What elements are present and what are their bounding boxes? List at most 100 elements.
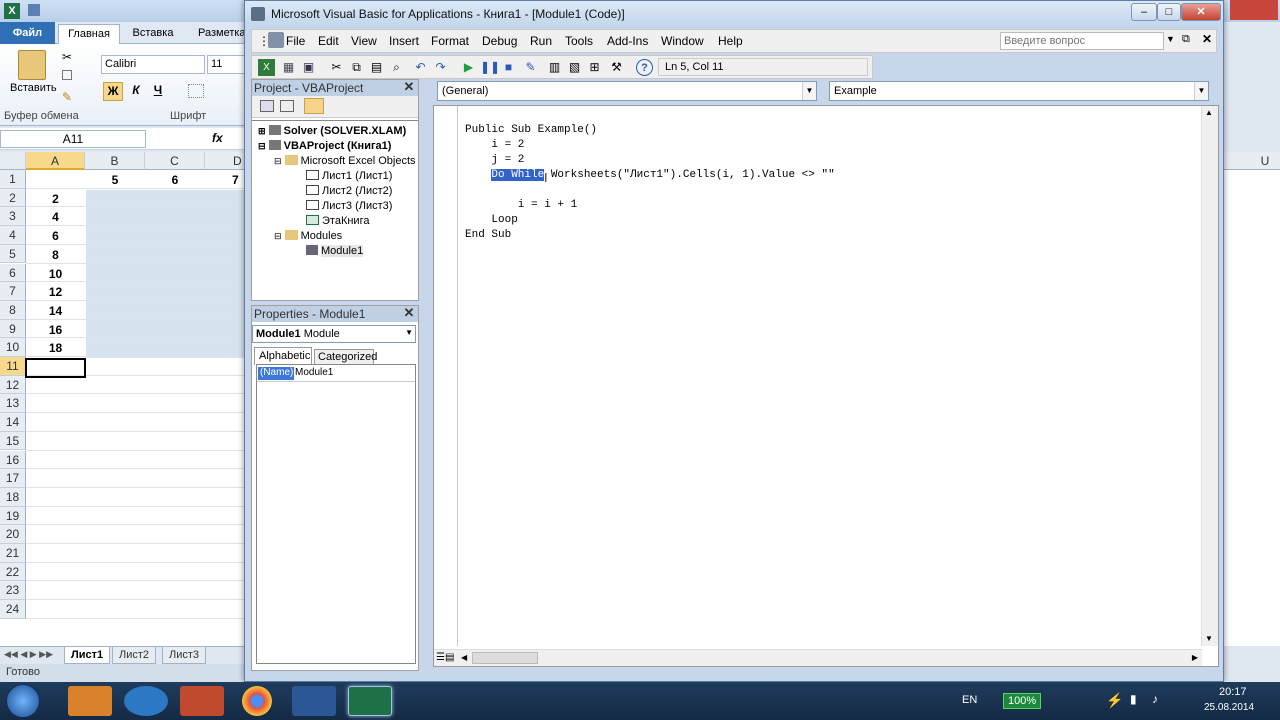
bold-button[interactable]: Ж	[103, 82, 123, 101]
name-box[interactable]: A11	[0, 130, 146, 148]
tab-file[interactable]: Файл	[0, 22, 55, 44]
cell-b1[interactable]: 5	[85, 171, 145, 190]
prop-name-key[interactable]: (Name)	[258, 367, 294, 380]
paste-label[interactable]: Вставить	[10, 82, 57, 94]
code-margin[interactable]	[434, 106, 458, 646]
insert-module-icon[interactable]: ▦	[280, 59, 297, 76]
sheet-tab-1[interactable]: Лист1	[64, 647, 111, 664]
prop-name-value[interactable]: Module1	[295, 367, 333, 378]
cut-icon[interactable]: ✂	[62, 50, 72, 64]
run-icon[interactable]: ▶	[460, 59, 477, 76]
column-header-a[interactable]: A	[26, 152, 85, 170]
tree-item-solver[interactable]: ⊞ Solver (SOLVER.XLAM)	[258, 125, 406, 137]
menu-view[interactable]: View	[351, 34, 377, 48]
row-header[interactable]: 15	[0, 431, 26, 451]
format-painter-icon[interactable]: ✎	[62, 90, 72, 104]
tree-item-modules[interactable]: ⊟ Modules	[274, 230, 342, 242]
word-icon[interactable]	[292, 686, 336, 716]
row-header[interactable]: 16	[0, 450, 26, 470]
row-header[interactable]: 2	[0, 188, 26, 208]
tree-item-sheet1[interactable]: Лист1 (Лист1)	[306, 170, 392, 182]
row-header[interactable]: 18	[0, 487, 26, 507]
power-icon[interactable]: ⚡	[1106, 692, 1123, 709]
sheet-tab-3[interactable]: Лист3	[162, 647, 207, 664]
object-combo[interactable]: (General) ▼	[437, 81, 817, 101]
help-search-input[interactable]	[1000, 32, 1164, 50]
outlook-icon[interactable]	[68, 686, 112, 716]
row-header[interactable]: 21	[0, 544, 26, 563]
minimize-button[interactable]: –	[1131, 3, 1157, 21]
paste-icon[interactable]	[18, 50, 46, 80]
properties-pane-close-icon[interactable]: ✕	[402, 306, 416, 320]
language-indicator[interactable]: EN	[962, 694, 977, 706]
row-header[interactable]: 8	[0, 300, 26, 320]
tab-insert[interactable]: Вставка	[122, 24, 184, 44]
code-editor[interactable]: Public Sub Example() i = 2 j = 2 Do Whil…	[433, 105, 1219, 667]
tree-item-sheet2[interactable]: Лист2 (Лист2)	[306, 185, 392, 197]
tab-alphabetic[interactable]: Alphabetic	[254, 347, 312, 365]
toggle-folders-icon[interactable]	[304, 98, 324, 114]
row-header[interactable]: 12	[0, 375, 26, 395]
sheet-tab-2[interactable]: Лист2	[112, 647, 157, 664]
code-line-7[interactable]: Loop	[465, 214, 517, 226]
menu-edit[interactable]: Edit	[318, 34, 339, 48]
code-line-4[interactable]: Do While Worksheets("Лист1").Cells(i, 1)…	[465, 169, 835, 181]
select-all-corner[interactable]	[0, 152, 26, 170]
scroll-thumb[interactable]	[472, 652, 538, 664]
object-browser-icon[interactable]: ⊞	[586, 59, 603, 76]
chevron-down-icon[interactable]: ▼	[1194, 82, 1208, 100]
inner-restore-button[interactable]: ⧉	[1182, 33, 1190, 46]
network-icon[interactable]: ▮	[1130, 692, 1137, 706]
cell-a5[interactable]: 8	[26, 246, 85, 265]
font-name-select[interactable]: Calibri	[101, 55, 205, 74]
code-line-6[interactable]: i = i + 1	[465, 199, 577, 211]
scroll-up-icon[interactable]: ▲	[1205, 108, 1213, 117]
borders-icon[interactable]	[188, 84, 204, 98]
close-button[interactable]: ✕	[1181, 3, 1221, 21]
media-player-icon[interactable]	[180, 686, 224, 716]
row-header[interactable]: 9	[0, 319, 26, 339]
chevron-down-icon[interactable]: ▼	[802, 82, 816, 100]
design-mode-icon[interactable]: ✎	[522, 59, 539, 76]
menu-file[interactable]: File	[286, 34, 305, 48]
cell-a6[interactable]: 10	[26, 265, 85, 284]
view-code-icon[interactable]	[260, 100, 274, 112]
view-object-icon[interactable]	[280, 100, 294, 112]
scroll-left-icon[interactable]: ◀	[461, 653, 467, 662]
help-icon[interactable]: ?	[636, 59, 653, 76]
volume-icon[interactable]: ♪	[1152, 692, 1158, 706]
undo-icon[interactable]: ↶	[412, 59, 429, 76]
battery-indicator[interactable]: 100%	[1003, 693, 1042, 709]
find-icon[interactable]: ⌕	[388, 59, 405, 76]
row-header[interactable]: 14	[0, 413, 26, 432]
code-line-8[interactable]: End Sub	[465, 229, 511, 241]
column-header-b[interactable]: B	[85, 152, 145, 170]
row-header[interactable]: 10	[0, 338, 26, 357]
row-header[interactable]: 13	[0, 394, 26, 414]
row-header[interactable]: 6	[0, 263, 26, 283]
code-line-3[interactable]: j = 2	[465, 154, 524, 166]
cell-a1[interactable]	[26, 171, 85, 190]
project-explorer-icon[interactable]: ▥	[546, 59, 563, 76]
view-excel-icon[interactable]: X	[258, 59, 275, 76]
cell-a2[interactable]: 2	[26, 190, 85, 209]
fx-icon[interactable]: fx	[212, 131, 223, 145]
menu-run[interactable]: Run	[530, 34, 552, 48]
row-header[interactable]: 1	[0, 170, 26, 189]
object-selector[interactable]: Module1 Module ▼	[252, 325, 416, 343]
tree-item-vbaproject[interactable]: ⊟ VBAProject (Книга1)	[258, 140, 391, 152]
row-header[interactable]: 4	[0, 226, 26, 245]
chevron-down-icon[interactable]: ▼	[405, 328, 413, 337]
cell-a4[interactable]: 6	[26, 227, 85, 246]
clock-date[interactable]: 25.08.2014	[1204, 702, 1254, 713]
cell-a3[interactable]: 4	[26, 208, 85, 227]
row-header[interactable]: 11	[0, 357, 26, 376]
row-header[interactable]: 17	[0, 469, 26, 488]
clock-time[interactable]: 20:17	[1219, 686, 1247, 698]
cell-a9[interactable]: 16	[26, 321, 85, 340]
project-pane-close-icon[interactable]: ✕	[402, 80, 416, 94]
code-line-1[interactable]: Public Sub Example()	[465, 124, 597, 136]
inner-close-button[interactable]: ✕	[1202, 32, 1212, 46]
tree-item-excel-objects[interactable]: ⊟ Microsoft Excel Objects	[274, 155, 416, 167]
maximize-button[interactable]: □	[1157, 3, 1181, 21]
